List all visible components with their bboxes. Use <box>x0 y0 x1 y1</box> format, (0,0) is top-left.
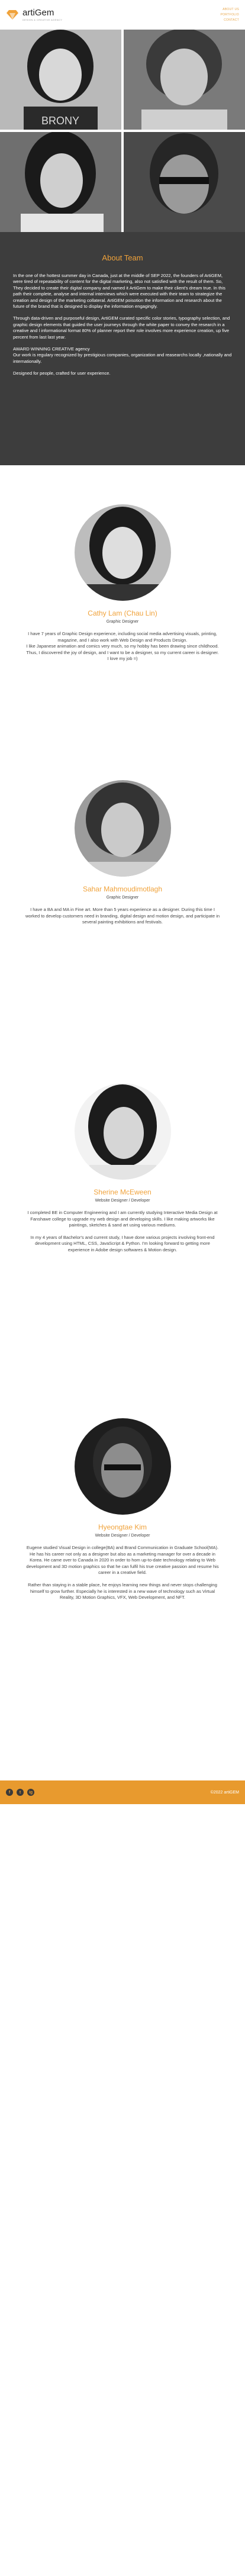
member-bio: I have a BA and MA in Fine art. More tha… <box>25 907 220 925</box>
about-paragraph: Through data-driven and purposeful desig… <box>13 315 230 340</box>
member-bio: I have 7 years of Graphic Design experie… <box>26 631 219 662</box>
facebook-icon[interactable]: f <box>6 1789 13 1796</box>
team-member: Cathy Lam (Chau Lin) Graphic Designer I … <box>0 465 245 780</box>
member-role: Website Designer / Developer <box>95 1534 150 1538</box>
about-section: About Team In the one of the hottest sum… <box>0 232 245 465</box>
member-portrait <box>74 504 171 601</box>
team-photo <box>124 132 245 232</box>
team-photo-grid: BRONY <box>0 30 245 232</box>
gem-logo-icon <box>7 10 18 20</box>
member-portrait <box>74 780 171 877</box>
member-portrait <box>74 1083 171 1180</box>
member-bio: In my 4 years of Bachelor's and current … <box>30 1234 215 1252</box>
svg-text:BRONY: BRONY <box>41 115 79 127</box>
about-paragraph: AWARD WINNING CREATIVE agency Our work i… <box>13 346 232 364</box>
site-header: artiGem DESIGN & CREATIVE AGENCY ABOUT U… <box>0 0 245 30</box>
member-bio: Rather than staying in a stable place, h… <box>28 1582 217 1601</box>
member-role: Graphic Designer <box>106 620 139 624</box>
team-member: Sherine McEween Website Designer / Devel… <box>0 1083 245 1418</box>
team-photo: BRONY <box>0 30 121 130</box>
member-role: Graphic Designer <box>106 896 139 900</box>
member-name: Hyeongtae Kim <box>98 1523 147 1531</box>
about-title: About Team <box>102 253 143 262</box>
instagram-icon[interactable]: ig <box>27 1789 34 1796</box>
main-nav: ABOUT US PORTFOLIO CONTACT <box>220 8 239 22</box>
member-role: Website Designer / Developer <box>95 1199 150 1203</box>
site-footer: f t ig ©2022 artiGEM <box>0 1780 245 1804</box>
member-bio: Eugene studied Visual Design in college(… <box>26 1545 219 1576</box>
social-links: f t ig <box>6 1789 34 1796</box>
about-paragraph: Designed for people, crafted for user ex… <box>13 371 111 376</box>
logo[interactable]: artiGem DESIGN & CREATIVE AGENCY <box>6 8 62 21</box>
member-name: Sherine McEween <box>94 1188 151 1196</box>
team-section: Cathy Lam (Chau Lin) Graphic Designer I … <box>0 465 245 1780</box>
copyright-text: ©2022 artiGEM <box>210 1790 239 1795</box>
twitter-icon[interactable]: t <box>17 1789 24 1796</box>
brand-tagline: DESIGN & CREATIVE AGENCY <box>22 18 63 21</box>
team-photo <box>124 30 245 130</box>
nav-item-about[interactable]: ABOUT US <box>223 8 239 11</box>
member-bio: I completed BE in Computer Engineering a… <box>27 1210 218 1228</box>
member-portrait <box>74 1418 171 1515</box>
brand-name: artiGem <box>22 8 54 18</box>
team-member: Hyeongtae Kim Website Designer / Develop… <box>0 1418 245 1780</box>
member-name: Sahar Mahmoudimotlagh <box>82 885 163 893</box>
team-member: Sahar Mahmoudimotlagh Graphic Designer I… <box>0 780 245 1083</box>
nav-item-contact[interactable]: CONTACT <box>224 18 239 22</box>
nav-item-portfolio[interactable]: PORTFOLIO <box>220 13 239 17</box>
team-photo <box>0 132 121 232</box>
about-paragraph: In the one of the hottest summer day in … <box>13 273 225 310</box>
member-name: Cathy Lam (Chau Lin) <box>88 609 157 617</box>
